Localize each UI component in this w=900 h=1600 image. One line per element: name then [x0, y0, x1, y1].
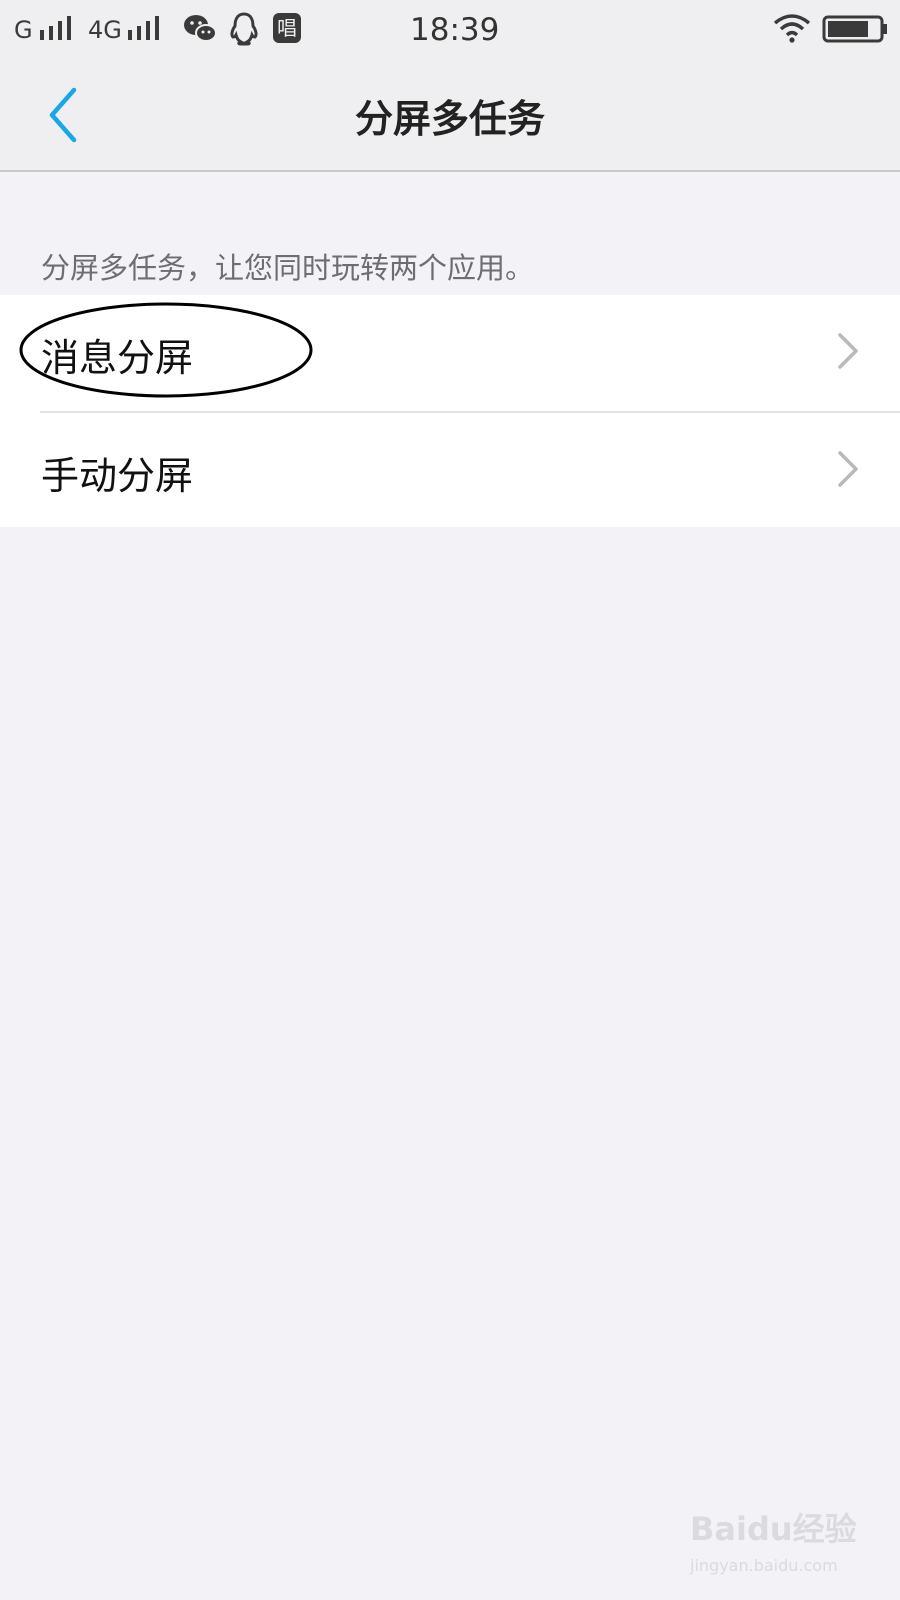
settings-list: 消息分屏 手动分屏: [0, 295, 900, 527]
status-time: 18:39: [410, 12, 500, 48]
chevron-right-icon: [838, 333, 858, 369]
carrier-1: G: [14, 16, 33, 44]
signal-icon: [40, 16, 71, 40]
battery-icon: [822, 15, 887, 43]
status-bar: G 4G 唱 18:39: [0, 0, 900, 60]
sing-app-icon: 唱: [273, 13, 301, 43]
chevron-right-icon: [838, 451, 858, 487]
watermark-url: jingyan.baidu.com: [690, 1556, 838, 1575]
wechat-icon: [184, 15, 217, 42]
carrier-2: 4G: [88, 16, 122, 44]
watermark-logo: Baidu经验: [690, 1510, 857, 1548]
page-title: 分屏多任务: [354, 97, 545, 141]
signal-icon-2: [128, 16, 159, 40]
wifi-icon: [773, 14, 811, 43]
list-item-label: 手动分屏: [41, 454, 194, 498]
list-item-label: 消息分屏: [41, 336, 194, 380]
nav-bar: 分屏多任务: [0, 60, 900, 172]
list-item-manual-split[interactable]: 手动分屏: [0, 413, 900, 529]
section-description: 分屏多任务，让您同时玩转两个应用。: [41, 251, 535, 285]
qq-icon: [230, 12, 258, 46]
list-item-message-split[interactable]: 消息分屏: [0, 295, 900, 413]
watermark: Baidu经验 jingyan.baidu.com: [690, 1504, 860, 1584]
